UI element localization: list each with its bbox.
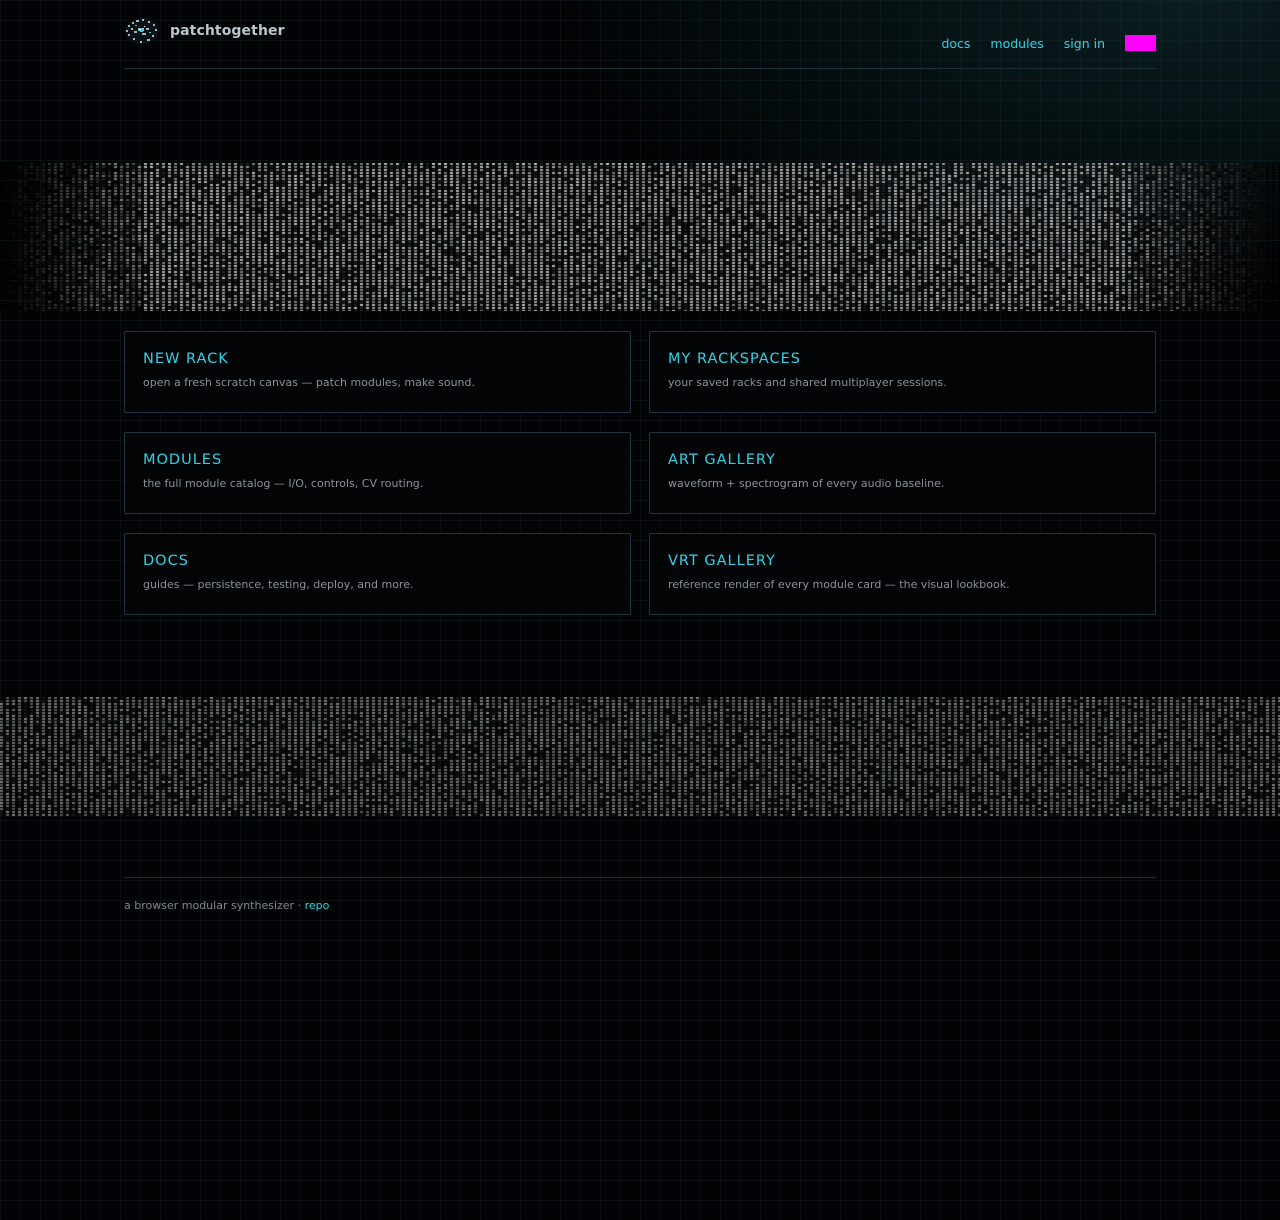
card-new-rack[interactable]: NEW RACK open a fresh scratch canvas — p… [124,331,631,413]
site-header: patchtogether docs modules sign in [124,0,1156,69]
glitch-banner-top [0,163,1280,311]
card-title: VRT GALLERY [668,553,776,569]
card-title: NEW RACK [143,351,229,367]
brand[interactable]: patchtogether [124,16,285,46]
site-footer: a browser modular synthesizer · repo [124,877,1156,912]
theme-accent-swatch[interactable] [1125,35,1156,51]
logo-icon [125,18,159,44]
card-description: reference render of every module card — … [668,578,1010,591]
card-title: ART GALLERY [668,452,776,468]
card-docs[interactable]: DOCS guides — persistence, testing, depl… [124,533,631,615]
card-vrt-gallery[interactable]: VRT GALLERY reference render of every mo… [649,533,1156,615]
card-description: the full module catalog — I/O, controls,… [143,477,424,490]
card-my-rackspaces[interactable]: MY RACKSPACES your saved racks and share… [649,331,1156,413]
glitch-banner-bottom [0,697,1280,817]
card-title: MY RACKSPACES [668,351,801,367]
nav-sign-in-link[interactable]: sign in [1064,36,1105,51]
nav-modules-link[interactable]: modules [990,36,1043,51]
card-grid: NEW RACK open a fresh scratch canvas — p… [124,331,1156,615]
card-modules[interactable]: MODULES the full module catalog — I/O, c… [124,432,631,514]
card-description: guides — persistence, testing, deploy, a… [143,578,414,591]
card-title: DOCS [143,553,189,569]
footer-tagline: a browser modular synthesizer · [124,899,302,912]
footer-repo-link[interactable]: repo [305,899,330,912]
card-title: MODULES [143,452,223,468]
card-description: open a fresh scratch canvas — patch modu… [143,376,475,389]
card-description: waveform + spectrogram of every audio ba… [668,477,945,490]
brand-name: patchtogether [170,23,285,39]
card-art-gallery[interactable]: ART GALLERY waveform + spectrogram of ev… [649,432,1156,514]
main-nav: docs modules sign in [921,35,1156,51]
nav-docs-link[interactable]: docs [941,36,970,51]
card-description: your saved racks and shared multiplayer … [668,376,947,389]
